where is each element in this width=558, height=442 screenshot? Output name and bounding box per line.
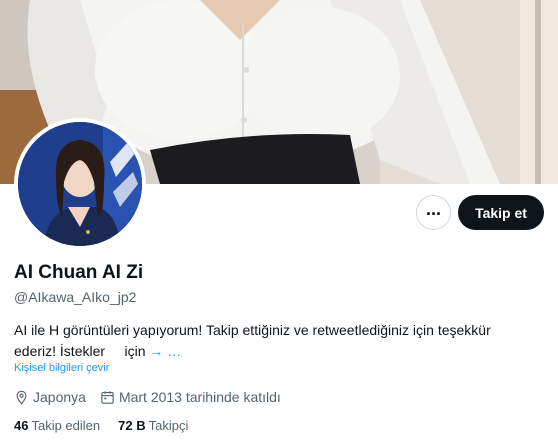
bio-link[interactable]: → … — [149, 343, 181, 359]
location-text: Japonya — [33, 389, 86, 405]
location-pin-icon — [16, 390, 27, 405]
more-options-button[interactable]: ... — [416, 195, 451, 230]
avatar-container[interactable] — [14, 118, 146, 250]
location-item: Japonya — [14, 389, 86, 405]
following-link[interactable]: 46 Takip edilen — [14, 418, 100, 433]
profile-meta: Japonya Mart 2013 tarihinde katıldı — [14, 389, 295, 405]
calendar-icon — [101, 390, 114, 404]
following-label: Takip edilen — [31, 418, 101, 433]
follow-button[interactable]: Takip et — [458, 195, 544, 230]
profile-bio: AI ile H görüntüleri yapıyorum! Takip et… — [14, 320, 534, 362]
followers-label: Takipçi — [148, 418, 189, 433]
translate-bio-link[interactable]: Kişisel bilgileri çevir — [14, 362, 109, 374]
more-dots-icon: ... — [425, 198, 441, 219]
profile-handle: @AIkawa_AIko_jp2 — [14, 289, 137, 305]
joined-text: Mart 2013 tarihinde katıldı — [118, 389, 281, 405]
profile-stats: 46 Takip edilen 72 B Takipçi — [14, 418, 206, 433]
followers-link[interactable]: 72 B Takipçi — [118, 418, 188, 433]
avatar — [18, 122, 142, 246]
profile-name: AI Chuan AI Zi — [14, 262, 144, 283]
joined-item: Mart 2013 tarihinde katıldı — [100, 389, 281, 405]
bio-text: AI ile H görüntüleri yapıyorum! Takip et… — [14, 322, 495, 359]
followers-count: 72 B — [118, 418, 146, 433]
following-count: 46 — [14, 418, 29, 433]
